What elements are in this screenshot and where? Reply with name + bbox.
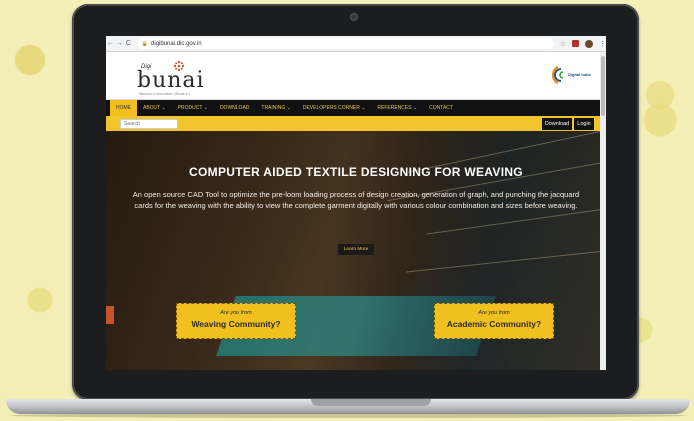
weave-logo-icon xyxy=(173,60,185,72)
background-flower xyxy=(630,60,690,130)
lock-icon: 🔒 xyxy=(141,40,149,47)
kebab-menu-icon[interactable]: ⋮ xyxy=(599,40,606,48)
nav-item-home[interactable]: HOME xyxy=(110,100,137,116)
arrow-left-icon[interactable]: ← xyxy=(106,40,115,47)
address-bar[interactable]: 🔒 digibunai.dic.gov.in xyxy=(136,38,554,49)
nav-item-developers-corner[interactable]: DEVELOPERS CORNER ⌄ xyxy=(297,100,372,116)
nav-item-product[interactable]: PRODUCT ⌄ xyxy=(172,100,214,116)
download-button[interactable]: Download xyxy=(542,118,572,130)
nav-item-contact[interactable]: CONTACT xyxy=(423,100,459,116)
cta-title: Academic Community? xyxy=(446,319,542,329)
hero-banner: COMPUTER AIDED TEXTILE DESIGNING FOR WEA… xyxy=(106,131,606,370)
search-bar: Download Login xyxy=(106,116,606,131)
main-navigation: HOME ABOUT ⌄ PRODUCT ⌄ DOWNLOAD TRAINING… xyxy=(106,100,606,116)
login-button[interactable]: Login xyxy=(574,118,594,130)
profile-avatar[interactable] xyxy=(585,39,594,48)
nav-item-references[interactable]: REFERENCES ⌄ xyxy=(371,100,423,116)
laptop-bezel: ← → C 🔒 digibunai.dic.gov.in ☆ ⋮ Digi bu… xyxy=(72,4,639,400)
laptop-shadow xyxy=(10,413,686,418)
reload-icon[interactable]: C xyxy=(124,40,133,47)
loom-thread xyxy=(406,250,606,273)
academic-community-button[interactable]: Are you from Academic Community? xyxy=(434,303,554,339)
extension-icon[interactable] xyxy=(572,40,580,47)
browser-toolbar: ← → C 🔒 digibunai.dic.gov.in ☆ ⋮ xyxy=(106,36,606,52)
learn-more-button[interactable]: Learn More xyxy=(338,244,374,255)
nav-item-training[interactable]: TRAINING ⌄ xyxy=(255,100,296,116)
logo-tagline: Weaves of Innovation | Bunai 4.0 xyxy=(139,92,191,96)
logo-bunai-text[interactable]: bunai xyxy=(137,68,205,93)
page-scrollbar[interactable] xyxy=(600,52,606,370)
arrow-right-icon[interactable]: → xyxy=(115,40,124,47)
star-icon[interactable]: ☆ xyxy=(560,40,566,48)
url-text: digibunai.dic.gov.in xyxy=(151,40,202,47)
loom-thread xyxy=(426,208,606,235)
hero-description: An open source CAD Tool to optimize the … xyxy=(132,190,580,210)
digital-india-text: Digital India xyxy=(568,72,591,77)
feedback-tab[interactable] xyxy=(106,306,114,324)
hero-title: COMPUTER AIDED TEXTILE DESIGNING FOR WEA… xyxy=(189,165,523,179)
webcam-icon xyxy=(350,13,358,21)
scrollbar-thumb[interactable] xyxy=(601,56,605,116)
cta-subtitle: Are you from xyxy=(478,310,510,316)
background-flower xyxy=(0,20,60,100)
laptop-notch xyxy=(311,399,431,406)
cta-title: Weaving Community? xyxy=(191,319,281,329)
nav-item-download[interactable]: DOWNLOAD xyxy=(214,100,255,116)
site-header: Digi bunai Weaves of Innovation | Bunai … xyxy=(106,52,606,100)
search-input[interactable] xyxy=(120,118,178,129)
weaving-community-button[interactable]: Are you from Weaving Community? xyxy=(176,303,296,339)
cta-subtitle: Are you from xyxy=(220,310,252,316)
nav-item-about[interactable]: ABOUT ⌄ xyxy=(137,100,172,116)
laptop-screen: ← → C 🔒 digibunai.dic.gov.in ☆ ⋮ Digi bu… xyxy=(106,36,606,370)
